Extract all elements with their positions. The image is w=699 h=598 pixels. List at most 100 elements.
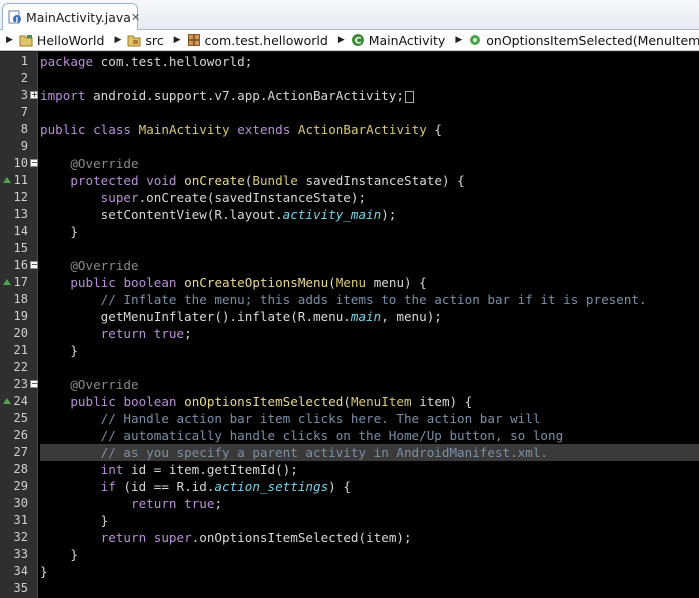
- chevron-right-icon[interactable]: ▶: [338, 35, 345, 45]
- line-number: 20: [13, 326, 28, 340]
- code-token: // as you specify a parent activity in A…: [100, 445, 549, 460]
- code-line[interactable]: setContentView(R.layout.activity_main);: [40, 206, 699, 223]
- line-number: 8: [20, 122, 28, 136]
- code-line[interactable]: @Override: [40, 257, 699, 274]
- line-number: 1: [20, 54, 28, 68]
- code-token: }: [40, 564, 48, 579]
- code-line[interactable]: public boolean onCreateOptionsMenu(Menu …: [40, 274, 699, 291]
- code-token: getMenuInflater().inflate(R.menu.: [40, 309, 351, 324]
- line-number: 33: [13, 547, 28, 561]
- breadcrumb-item[interactable]: ▶ HelloWorld: [0, 33, 104, 48]
- code-line[interactable]: }: [40, 223, 699, 240]
- code-line[interactable]: [40, 138, 699, 155]
- code-line[interactable]: return super.onOptionsItemSelected(item)…: [40, 529, 699, 546]
- package-icon: [187, 33, 201, 47]
- code-line[interactable]: int id = item.getItemId();: [40, 461, 699, 478]
- line-number: 3: [20, 88, 28, 102]
- svg-text:J: J: [15, 16, 18, 24]
- line-number: 29: [13, 479, 28, 493]
- code-token: }: [40, 343, 78, 358]
- breadcrumb-item[interactable]: ▶ C MainActivity: [332, 33, 446, 48]
- code-line[interactable]: // Inflate the menu; this adds items to …: [40, 291, 699, 308]
- breadcrumb-item[interactable]: ▶ onOptionsItemSelected(MenuItem) : boole…: [449, 33, 699, 48]
- line-number: 34: [13, 564, 28, 578]
- code-line[interactable]: }: [40, 512, 699, 529]
- chevron-right-icon[interactable]: ▶: [455, 35, 462, 45]
- tab-main-activity[interactable]: J MainActivity.java ✕: [2, 3, 140, 30]
- chevron-right-icon[interactable]: ▶: [6, 35, 13, 45]
- override-marker-icon[interactable]: [3, 177, 11, 183]
- code-line[interactable]: public class MainActivity extends Action…: [40, 121, 699, 138]
- code-line[interactable]: getMenuInflater().inflate(R.menu.main, m…: [40, 308, 699, 325]
- line-number: 16: [13, 258, 28, 272]
- code-line[interactable]: // automatically handle clicks on the Ho…: [40, 427, 699, 444]
- code-token: savedInstanceState) {: [297, 173, 465, 188]
- collapse-fold-icon[interactable]: −: [30, 380, 38, 388]
- code-token: onCreate: [184, 173, 245, 188]
- code-line[interactable]: package com.test.helloworld;: [40, 53, 699, 70]
- code-area[interactable]: package com.test.helloworld; import andro…: [40, 52, 699, 598]
- code-line[interactable]: import android.support.v7.app.ActionBarA…: [40, 87, 699, 104]
- code-line[interactable]: [40, 104, 699, 121]
- code-line[interactable]: return true;: [40, 495, 699, 512]
- code-line[interactable]: // Handle action bar item clicks here. T…: [40, 410, 699, 427]
- breadcrumb-item[interactable]: ▶ com.test.helloworld: [168, 33, 328, 48]
- code-line[interactable]: // as you specify a parent activity in A…: [40, 444, 699, 461]
- code-token: protected: [70, 173, 139, 188]
- line-number: 31: [13, 513, 28, 527]
- code-token: setContentView(R.layout.: [40, 207, 283, 222]
- expand-fold-icon[interactable]: +: [30, 91, 38, 99]
- code-line[interactable]: @Override: [40, 376, 699, 393]
- code-line[interactable]: public boolean onOptionsItemSelected(Men…: [40, 393, 699, 410]
- code-line[interactable]: @Override: [40, 155, 699, 172]
- code-line[interactable]: protected void onCreate(Bundle savedInst…: [40, 172, 699, 189]
- code-token: import: [40, 88, 86, 103]
- code-token: ActionBarActivity: [297, 122, 427, 137]
- code-token: (: [328, 275, 336, 290]
- code-token: @Override: [70, 156, 139, 171]
- code-line[interactable]: return true;: [40, 325, 699, 342]
- code-line[interactable]: }: [40, 546, 699, 563]
- code-token: @Override: [70, 377, 139, 392]
- chevron-right-icon[interactable]: ▶: [174, 35, 181, 45]
- folded-region-icon[interactable]: [404, 90, 414, 103]
- line-number: 28: [13, 462, 28, 476]
- code-line[interactable]: [40, 70, 699, 87]
- code-line[interactable]: [40, 359, 699, 376]
- code-line[interactable]: }: [40, 563, 699, 580]
- code-line[interactable]: super.onCreate(savedInstanceState);: [40, 189, 699, 206]
- code-token: // Handle action bar item clicks here. T…: [100, 411, 541, 426]
- override-marker-icon[interactable]: [3, 279, 11, 285]
- code-token: action_settings: [214, 479, 329, 494]
- code-token: Menu: [335, 275, 367, 290]
- code-token: boolean: [123, 275, 177, 290]
- close-icon[interactable]: ✕: [131, 11, 140, 24]
- override-marker-icon[interactable]: [3, 398, 11, 404]
- code-token: .onOptionsItemSelected(item);: [191, 530, 412, 545]
- breadcrumb-item[interactable]: ▶ src: [108, 33, 163, 48]
- collapse-fold-icon[interactable]: −: [30, 261, 38, 269]
- collapse-fold-icon[interactable]: −: [30, 159, 38, 167]
- code-line[interactable]: }: [40, 342, 699, 359]
- code-line[interactable]: [40, 580, 699, 597]
- code-line[interactable]: if (id == R.id.action_settings) {: [40, 478, 699, 495]
- chevron-right-icon[interactable]: ▶: [114, 35, 121, 45]
- line-number: 32: [13, 530, 28, 544]
- code-editor[interactable]: 1 2 3 +7 8 9 10−11 12 13 14 15 16−17 18 19 20 21 22 23−24…: [0, 52, 699, 598]
- code-token: (: [343, 394, 351, 409]
- java-file-icon: J: [8, 10, 22, 24]
- code-line[interactable]: [40, 240, 699, 257]
- line-number: 10: [13, 156, 28, 170]
